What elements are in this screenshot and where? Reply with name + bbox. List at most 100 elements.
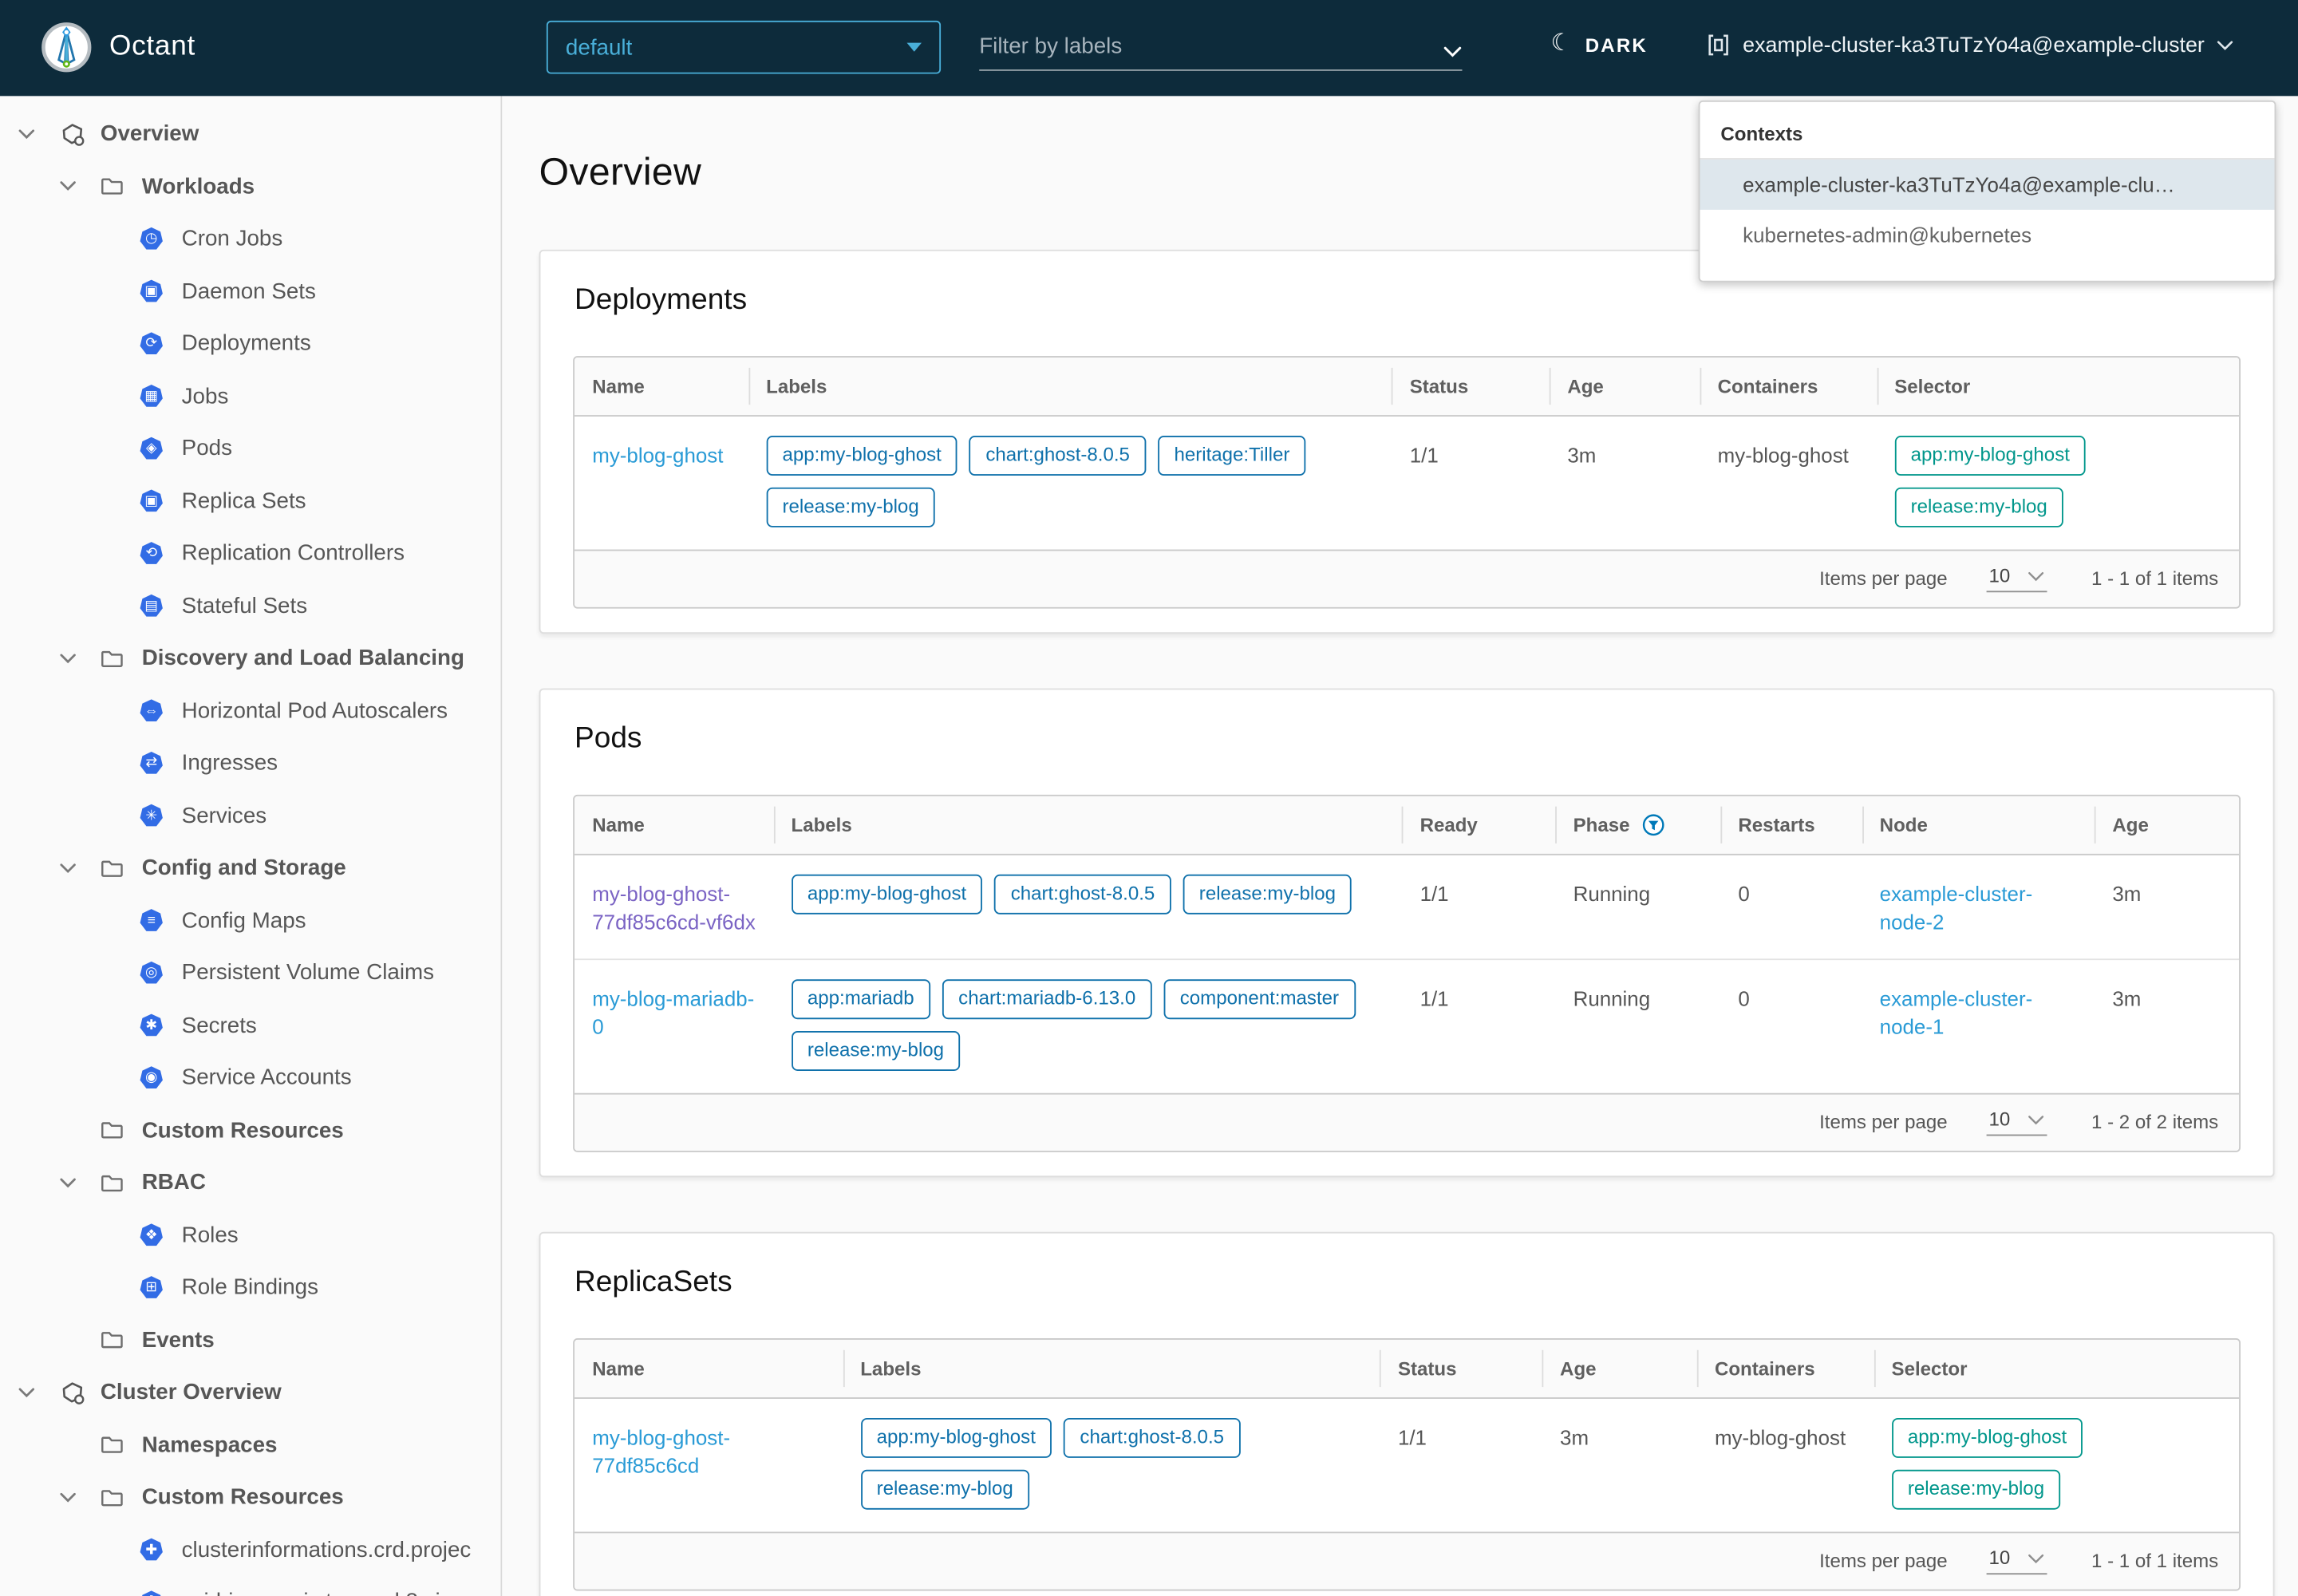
sidebar-item-discovery-and-load-balancing[interactable]: Discovery and Load Balancing [0,632,500,685]
datagrid-deployments: NameLabelsStatusAgeContainersSelectormy-… [573,356,2241,608]
sidebar-item-clusterinformations-crd-projec[interactable]: ✚clusterinformations.crd.projec [0,1523,500,1576]
deployments-icon: ⟳ [139,331,164,356]
sidebar-item-overview[interactable]: Overview [0,108,500,160]
chevron-down-icon[interactable] [59,1177,83,1189]
chevron-down-icon[interactable] [59,180,83,192]
card-pods: PodsNameLabelsReadyPhaseRestartsNodeAgem… [539,688,2275,1176]
sidebar-item-daemon-sets[interactable]: ▣Daemon Sets [0,265,500,318]
table-cell: app:mariadbchart:mariadb-6.13.0component… [773,960,1402,1092]
chevron-down-icon[interactable] [1443,45,1462,69]
link-my-blog-ghost[interactable]: my-blog-ghost [592,441,723,469]
items-per-page-label: Items per page [1819,1111,1948,1133]
items-per-page-select[interactable]: 10 [1986,1108,2047,1136]
table-cell: 1/1 [1380,1398,1542,1531]
sidebar-item-workloads[interactable]: Workloads [0,160,500,213]
cell-value: 3m [1560,1424,1589,1452]
crd-icon: ✚ [139,1590,164,1596]
sidebar-item-namespaces[interactable]: Namespaces [0,1419,500,1472]
sidebar-item-jobs[interactable]: ▦Jobs [0,370,500,423]
sidebar-item-label: Config and Storage [142,855,346,880]
sidebar-item-persistent-volume-claims[interactable]: ◎Persistent Volume Claims [0,946,500,999]
column-header-ready: Ready [1402,796,1555,853]
sidebar-item-events[interactable]: Events [0,1314,500,1366]
context-selector-label: example-cluster-ka3TuTzYo4a@example-clus… [1743,34,2205,57]
context-menu-item-kubernetes-admin-kubernetes[interactable]: kubernetes-admin@kubernetes [1700,210,2275,260]
sidebar-item-label: Cron Jobs [182,227,283,251]
column-header-label: Labels [791,814,851,836]
datagrid-replicasets: NameLabelsStatusAgeContainersSelectormy-… [573,1338,2241,1590]
sidebar-item-service-accounts[interactable]: ◉Service Accounts [0,1052,500,1104]
sidebar-item-config-and-storage[interactable]: Config and Storage [0,842,500,895]
theme-toggle-button[interactable]: ☾ DARK [1551,33,1648,57]
label-filter [979,24,1462,71]
table-cell: 1/1 [1392,417,1550,549]
sidebar-item-cluster-overview[interactable]: Cluster Overview [0,1366,500,1419]
items-per-page-value: 10 [1988,1108,2010,1131]
column-header-node: Node [1862,796,2095,853]
sidebar-item-label: Workloads [142,174,255,199]
chevron-down-icon[interactable] [59,1491,83,1503]
sidebar-item-config-maps[interactable]: ≡Config Maps [0,895,500,947]
sidebar-item-label: Overview [101,121,199,146]
sidebar-item-custom-resources[interactable]: Custom Resources [0,1104,500,1157]
sidebar-item-replication-controllers[interactable]: ⟲Replication Controllers [0,527,500,580]
sidebar-item-label: Roles [182,1223,239,1247]
column-header-name: Name [574,358,748,415]
column-header-label: Containers [1718,375,1818,397]
cell-value: 3m [2112,880,2141,908]
column-header-labels: Labels [748,358,1392,415]
contexts-dropdown-items: example-cluster-ka3TuTzYo4a@example-clu…… [1700,160,2275,260]
sidebar-item-label: Jobs [182,384,229,409]
filter-icon[interactable] [1643,814,1665,836]
sidebar-item-rbac[interactable]: RBAC [0,1156,500,1209]
sidebar-item-ingresses[interactable]: ⇄Ingresses [0,737,500,790]
items-per-page-select[interactable]: 10 [1986,565,2047,593]
applications-icon [59,120,85,147]
table-cell: 3m [1542,1398,1697,1531]
sidebar-item-services[interactable]: ✳Services [0,789,500,842]
context-selector-button[interactable]: example-cluster-ka3TuTzYo4a@example-clus… [1706,33,2233,57]
items-per-page-select[interactable]: 10 [1986,1547,2047,1574]
table-cell: 0 [1720,855,1862,958]
sidebar-item-label: Ingresses [182,751,278,776]
link-example-cluster-node-2[interactable]: example-cluster-node-2 [1880,880,2077,936]
resource-sections: DeploymentsNameLabelsStatusAgeContainers… [539,250,2275,1596]
sidebar-item-roles[interactable]: ❖Roles [0,1209,500,1262]
column-header-label: Ready [1420,814,1478,836]
link-example-cluster-node-1[interactable]: example-cluster-node-1 [1880,985,2077,1041]
label-filter-input[interactable] [979,34,1443,69]
column-header-selector: Selector [1874,1339,2239,1396]
items-per-page-value: 10 [1988,1547,2010,1569]
label-pill: app:my-blog-ghost [1894,436,2086,476]
link-my-blog-mariadb-0[interactable]: my-blog-mariadb-0 [592,985,756,1041]
sidebar-item-label: Discovery and Load Balancing [142,646,464,670]
label-pill: component:master [1163,979,1355,1019]
chevron-down-icon[interactable] [18,128,41,140]
column-header-label: Containers [1715,1357,1815,1380]
sidebar-item-cron-jobs[interactable]: ◷Cron Jobs [0,213,500,266]
column-header-labels: Labels [843,1339,1380,1396]
context-menu-item-example-cluster-ka3tutzyo4a-example-clu[interactable]: example-cluster-ka3TuTzYo4a@example-clu… [1700,160,2275,210]
chevron-down-icon[interactable] [18,1387,41,1399]
sidebar-item-role-bindings[interactable]: ⊞Role Bindings [0,1262,500,1314]
chevron-down-icon[interactable] [59,653,83,665]
sidebar-item-secrets[interactable]: ✱Secrets [0,999,500,1052]
label-pill: release:my-blog [1183,875,1352,915]
sidebar-item-horizontal-pod-autoscalers[interactable]: ⇔Horizontal Pod Autoscalers [0,685,500,737]
column-header-label: Restarts [1738,814,1814,836]
link-my-blog-ghost-77df85c6cd-vf6dx[interactable]: my-blog-ghost-77df85c6cd-vf6dx [592,880,756,936]
sidebar-item-stateful-sets[interactable]: ▤Stateful Sets [0,580,500,633]
table-header-row: NameLabelsStatusAgeContainersSelector [574,1339,2239,1398]
cell-value: 0 [1738,880,1749,908]
datagrid-pods: NameLabelsReadyPhaseRestartsNodeAgemy-bl… [573,795,2241,1152]
sidebar-item-custom-resources[interactable]: Custom Resources [0,1472,500,1524]
sidebar-item-deployments[interactable]: ⟳Deployments [0,318,500,370]
sidebar-item-label: Replication Controllers [182,541,405,566]
column-header-labels: Labels [773,796,1402,853]
link-my-blog-ghost-77df85c6cd[interactable]: my-blog-ghost-77df85c6cd [592,1424,825,1479]
sidebar-item-csidrivers-csi-storage-k8s-io[interactable]: ✚csidrivers.csi.storage.k8s.io [0,1576,500,1596]
sidebar-item-pods[interactable]: ◈Pods [0,422,500,475]
namespace-select[interactable]: default [547,21,941,74]
sidebar-item-replica-sets[interactable]: ▣Replica Sets [0,475,500,527]
chevron-down-icon[interactable] [59,863,83,875]
